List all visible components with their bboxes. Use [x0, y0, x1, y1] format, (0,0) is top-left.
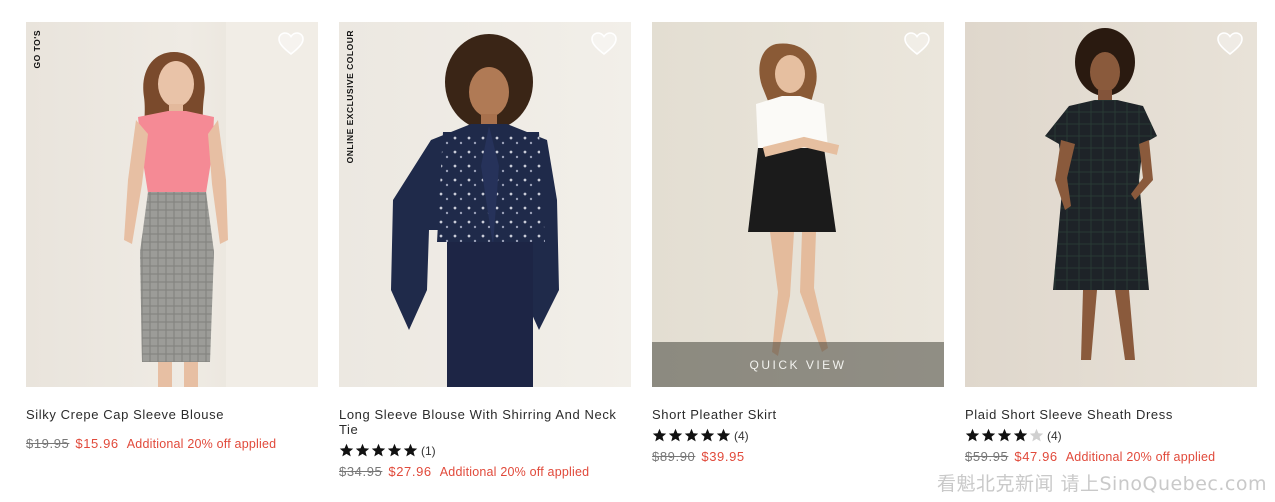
promo-text: Additional 20% off applied — [1065, 450, 1216, 464]
rating-stars — [965, 428, 1044, 443]
product-card: Plaid Short Sleeve Sheath Dress (4) $59.… — [965, 22, 1257, 479]
model-photo — [748, 43, 840, 356]
rating-stars — [339, 443, 418, 458]
product-image[interactable]: ONLINE EXCLUSIVE COLOUR — [339, 22, 631, 387]
star-icon — [965, 428, 980, 442]
product-price: $19.95 $15.96 Additional 20% off applied — [26, 436, 318, 451]
wishlist-heart-icon[interactable] — [278, 32, 304, 56]
review-count: (4) — [734, 428, 749, 443]
star-icon — [1029, 428, 1044, 442]
quick-view-button[interactable]: QUICK VIEW — [652, 342, 944, 387]
product-image[interactable]: QUICK VIEW — [652, 22, 944, 387]
star-icon — [997, 428, 1012, 442]
product-grid: GO TO'S Silky Crepe Cap Sleeve Blouse $1… — [26, 22, 1257, 479]
original-price: $34.95 — [339, 464, 383, 479]
star-icon — [387, 443, 402, 457]
star-icon — [668, 428, 683, 442]
product-price: $89.90 $39.95 — [652, 449, 944, 464]
product-price: $59.95 $47.96 Additional 20% off applied — [965, 449, 1257, 464]
star-icon — [684, 428, 699, 442]
model-photo — [391, 34, 559, 387]
sale-price: $39.95 — [701, 449, 745, 464]
wishlist-heart-icon[interactable] — [904, 32, 930, 56]
sale-price: $47.96 — [1014, 449, 1058, 464]
promo-text: Additional 20% off applied — [439, 465, 590, 479]
product-image[interactable]: GO TO'S — [26, 22, 318, 387]
star-icon — [355, 443, 370, 457]
product-name[interactable]: Short Pleather Skirt — [652, 407, 944, 422]
product-name[interactable]: Silky Crepe Cap Sleeve Blouse — [26, 407, 318, 422]
review-count: (1) — [421, 443, 436, 458]
product-card: GO TO'S Silky Crepe Cap Sleeve Blouse $1… — [26, 22, 318, 479]
product-rating[interactable]: (1) — [339, 443, 631, 458]
original-price: $59.95 — [965, 449, 1009, 464]
product-rating[interactable]: (4) — [652, 428, 944, 443]
star-icon — [716, 428, 731, 442]
star-icon — [403, 443, 418, 457]
product-name[interactable]: Plaid Short Sleeve Sheath Dress — [965, 407, 1257, 422]
star-icon — [981, 428, 996, 442]
star-icon — [339, 443, 354, 457]
promo-text: Additional 20% off applied — [126, 437, 277, 451]
wishlist-heart-icon[interactable] — [591, 32, 617, 56]
product-badge: ONLINE EXCLUSIVE COLOUR — [345, 30, 355, 164]
model-photo — [124, 22, 318, 387]
star-icon — [652, 428, 667, 442]
original-price: $19.95 — [26, 436, 70, 451]
star-icon — [1013, 428, 1028, 442]
original-price: $89.90 — [652, 449, 696, 464]
wishlist-heart-icon[interactable] — [1217, 32, 1243, 56]
product-card: QUICK VIEW Short Pleather Skirt (4) $89.… — [652, 22, 944, 479]
product-badge: GO TO'S — [32, 30, 42, 69]
product-price: $34.95 $27.96 Additional 20% off applied — [339, 464, 631, 479]
watermark: 看魁北克新闻 请上SinoQuebec.com — [936, 473, 1267, 495]
star-icon — [700, 428, 715, 442]
product-rating[interactable]: (4) — [965, 428, 1257, 443]
star-icon — [371, 443, 386, 457]
sale-price: $27.96 — [388, 464, 432, 479]
sale-price: $15.96 — [75, 436, 119, 451]
rating-stars — [652, 428, 731, 443]
review-count: (4) — [1047, 428, 1062, 443]
product-card: ONLINE EXCLUSIVE COLOUR Long Sleeve Blou… — [339, 22, 631, 479]
product-name[interactable]: Long Sleeve Blouse With Shirring And Nec… — [339, 407, 631, 437]
model-photo — [1045, 28, 1157, 360]
product-image[interactable] — [965, 22, 1257, 387]
